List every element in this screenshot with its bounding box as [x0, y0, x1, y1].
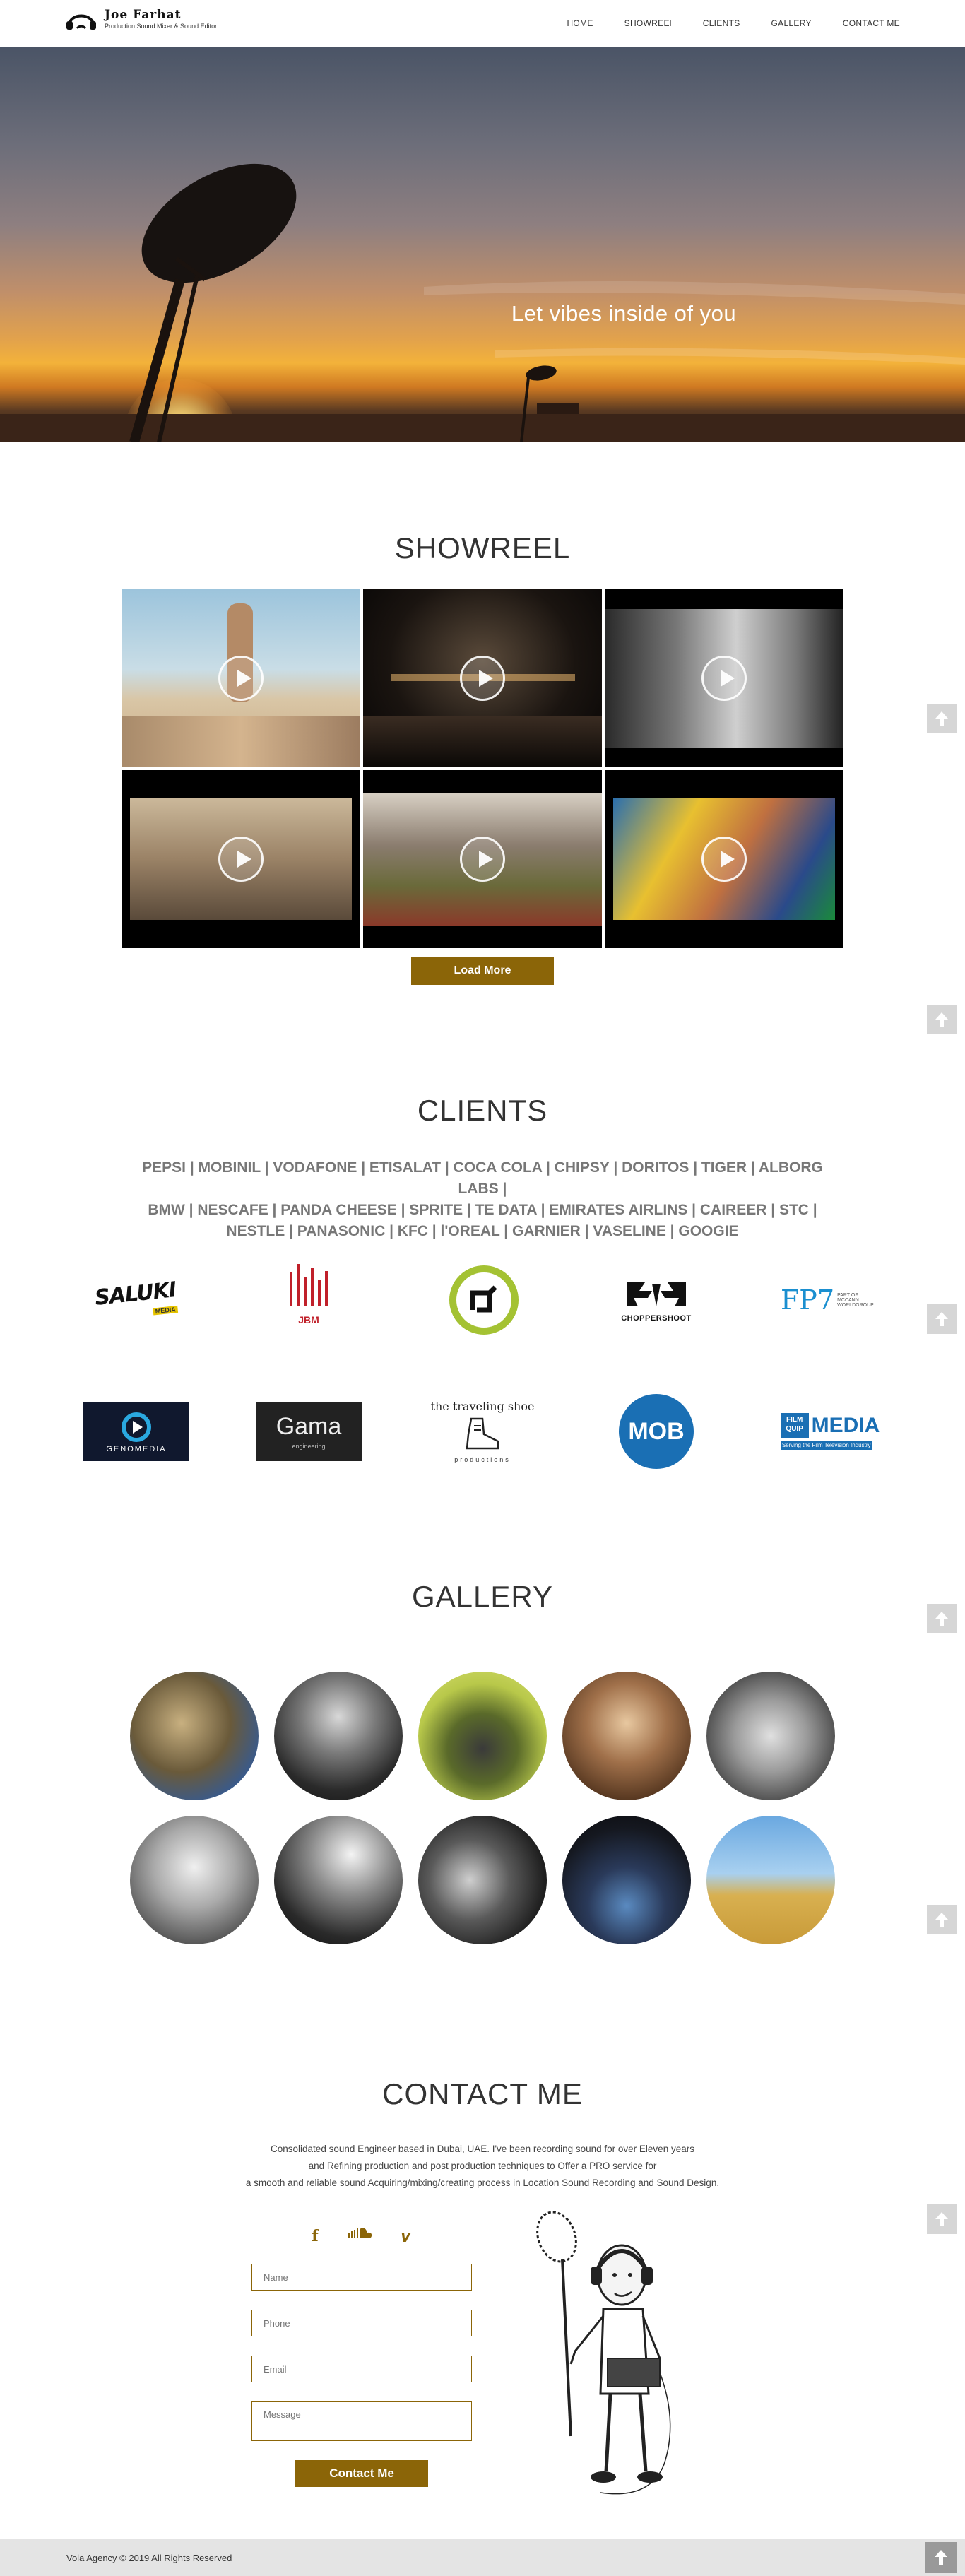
client-logo-fp7: FP7 PART OF MCCANN WORLDGROUP: [770, 1258, 890, 1342]
message-field[interactable]: [251, 2401, 472, 2441]
headphones-logo-icon: [66, 14, 96, 30]
nav-contact[interactable]: CONTACT ME: [843, 18, 900, 28]
nav-gallery[interactable]: GALLERY: [771, 18, 812, 28]
genomedia-logo-text: GENOMEDIA: [106, 1445, 167, 1453]
scroll-top-button[interactable]: [927, 1304, 957, 1334]
client-list-line: NESTLE | PANASONIC | KFC | l'OREAL | GAR…: [226, 1223, 739, 1239]
gallery-photo[interactable]: [562, 1672, 691, 1800]
hero-tagline: Let vibes inside of you: [511, 301, 737, 326]
shoe-logo-icon: [466, 1417, 499, 1450]
saluki-logo-sub: MEDIA: [153, 1305, 179, 1316]
video-thumb[interactable]: [605, 589, 843, 767]
video-thumb[interactable]: [122, 770, 360, 948]
ring-logo-icon: [449, 1265, 519, 1335]
choppershoot-logo-icon: [626, 1282, 686, 1306]
gallery-photo[interactable]: [562, 1816, 691, 1944]
site-footer: Vola Agency © 2019 All Rights Reserved: [0, 2539, 965, 2576]
boom-microphone-silhouette: [0, 163, 965, 442]
play-icon[interactable]: [460, 837, 505, 882]
scroll-top-button[interactable]: [927, 2204, 957, 2234]
contact-description: Consolidated sound Engineer based in Dub…: [0, 2141, 965, 2192]
brand-subtitle: Production Sound Mixer & Sound Editor: [105, 23, 218, 30]
choppershoot-logo-text: CHOPPERSHOOT: [621, 1313, 692, 1323]
brand-name: Joe Farhat: [105, 8, 182, 22]
phone-field[interactable]: [251, 2310, 472, 2336]
nav-clients[interactable]: CLIENTS: [703, 18, 740, 28]
gallery-photo[interactable]: [418, 1816, 547, 1944]
scroll-top-button[interactable]: [927, 1005, 957, 1034]
facebook-icon[interactable]: f: [308, 2227, 322, 2245]
scroll-top-button[interactable]: [927, 1905, 957, 1934]
contact-description-line: a smooth and reliable sound Acquiring/mi…: [245, 2178, 720, 2188]
client-logo-ring: [424, 1258, 544, 1342]
gallery-photo[interactable]: [706, 1816, 835, 1944]
mob-logo-text: MOB: [628, 1417, 685, 1445]
load-more-button[interactable]: Load More: [411, 957, 554, 985]
jbm-logo-icon: [290, 1263, 328, 1306]
play-icon[interactable]: [460, 656, 505, 701]
name-field[interactable]: [251, 2264, 472, 2291]
video-thumb[interactable]: [605, 770, 843, 948]
filmquip-logo-text: FILM QUIP: [780, 1413, 809, 1438]
contact-description-line: and Refining production and post product…: [308, 2161, 657, 2171]
copyright-text: Vola Agency © 2019 All Rights Reserved: [66, 2553, 232, 2563]
scroll-top-button[interactable]: [927, 704, 957, 733]
gallery-photo[interactable]: [706, 1672, 835, 1800]
email-field[interactable]: [251, 2356, 472, 2382]
top-navbar: Joe Farhat Production Sound Mixer & Soun…: [0, 0, 965, 47]
play-icon[interactable]: [701, 656, 747, 701]
gama-logo-sub: engineering: [292, 1441, 326, 1450]
clients-title: CLIENTS: [417, 1094, 548, 1127]
contact-submit-button[interactable]: Contact Me: [295, 2460, 428, 2487]
brand-logo[interactable]: Joe Farhat Production Sound Mixer & Soun…: [65, 7, 217, 31]
contact-title: CONTACT ME: [382, 2077, 583, 2110]
client-logo-mob: MOB: [596, 1389, 716, 1474]
traveling-shoe-logo-sub: productions: [454, 1456, 511, 1463]
sound-engineer-illustration: [536, 2211, 671, 2495]
play-icon[interactable]: [701, 837, 747, 882]
soundcloud-glyph-icon: [348, 2228, 372, 2238]
client-logo-traveling-shoe: the traveling shoe productions: [422, 1389, 543, 1474]
client-logo-gama: Gama engineering: [249, 1389, 369, 1474]
client-logo-saluki: SALUKI MEDIA: [76, 1258, 196, 1342]
traveling-shoe-logo-text: the traveling shoe: [430, 1400, 535, 1413]
video-thumb[interactable]: [363, 589, 602, 767]
play-icon[interactable]: [218, 837, 264, 882]
client-logo-choppershoot: CHOPPERSHOOT: [596, 1258, 716, 1342]
nav-home[interactable]: HOME: [567, 18, 593, 28]
gallery-title: GALLERY: [412, 1580, 553, 1613]
play-icon[interactable]: [218, 656, 264, 701]
showreel-title: SHOWREEL: [394, 531, 571, 565]
filmquip-logo-sub: Serving the Film Television Industry: [780, 1441, 872, 1450]
main-menu: HOME SHOWREEl CLIENTS GALLERY CONTACT ME: [535, 18, 900, 28]
gama-logo-text: Gama: [276, 1413, 342, 1440]
video-thumb[interactable]: [122, 589, 360, 767]
genomedia-logo-icon: [122, 1412, 151, 1442]
showreel-grid: [122, 589, 843, 948]
gallery-photo[interactable]: [130, 1816, 259, 1944]
contact-description-line: Consolidated sound Engineer based in Dub…: [271, 2144, 694, 2154]
hero-banner: Let vibes inside of you: [0, 47, 965, 442]
soundcloud-icon[interactable]: [346, 2227, 374, 2240]
client-list-line: BMW | NESCAFE | PANDA CHEESE | SPRITE | …: [148, 1202, 817, 1218]
client-logo-genomedia: GENOMEDIA: [76, 1389, 196, 1474]
video-thumb[interactable]: [363, 770, 602, 948]
client-logo-filmquip: FILM QUIP MEDIA Serving the Film Televis…: [770, 1389, 890, 1474]
footer-scroll-top-button[interactable]: [925, 2542, 957, 2573]
gallery-photo[interactable]: [274, 1816, 403, 1944]
nav-showreel[interactable]: SHOWREEl: [624, 18, 672, 28]
jbm-logo-text: JBM: [298, 1313, 319, 1325]
fp7-logo-sub: PART OF MCCANN WORLDGROUP: [837, 1292, 874, 1308]
gallery-photo[interactable]: [418, 1672, 547, 1800]
gallery-photo[interactable]: [130, 1672, 259, 1800]
fp7-logo-text: FP7: [780, 1284, 835, 1316]
saluki-logo-text: SALUKI: [93, 1277, 178, 1311]
client-list-line: PEPSI | MOBINIL | VODAFONE | ETISALAT | …: [142, 1159, 823, 1197]
gallery-photo[interactable]: [274, 1672, 403, 1800]
filmquip-logo-media: MEDIA: [811, 1414, 880, 1437]
vimeo-icon[interactable]: v: [398, 2227, 413, 2247]
client-list: PEPSI | MOBINIL | VODAFONE | ETISALAT | …: [129, 1157, 836, 1242]
client-logo-jbm: JBM: [249, 1251, 369, 1335]
